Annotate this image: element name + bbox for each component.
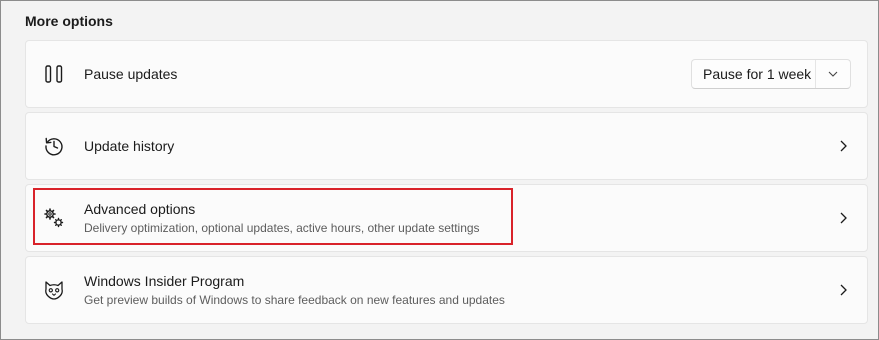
highlight-annotation bbox=[33, 188, 513, 245]
chevron-right-icon bbox=[837, 211, 849, 225]
update-history-row[interactable]: Update history bbox=[25, 112, 868, 180]
chevron-right-icon bbox=[837, 139, 849, 153]
history-icon bbox=[42, 134, 66, 158]
chevron-down-icon[interactable] bbox=[816, 60, 850, 88]
pause-updates-row: Pause updates Pause for 1 week bbox=[25, 40, 868, 108]
windows-insider-subtitle: Get preview builds of Windows to share f… bbox=[84, 293, 505, 307]
update-history-title: Update history bbox=[84, 138, 175, 154]
pause-icon bbox=[42, 62, 66, 86]
windows-insider-title: Windows Insider Program bbox=[84, 273, 245, 289]
section-title: More options bbox=[25, 13, 113, 29]
settings-panel: More options Pause updates Pause for 1 w… bbox=[0, 0, 879, 340]
chevron-right-icon bbox=[837, 283, 849, 297]
pause-updates-title: Pause updates bbox=[84, 66, 178, 82]
insider-icon bbox=[42, 278, 66, 302]
pause-duration-dropdown[interactable]: Pause for 1 week bbox=[691, 59, 851, 89]
pause-duration-value: Pause for 1 week bbox=[703, 66, 812, 82]
windows-insider-row[interactable]: Windows Insider Program Get preview buil… bbox=[25, 256, 868, 324]
